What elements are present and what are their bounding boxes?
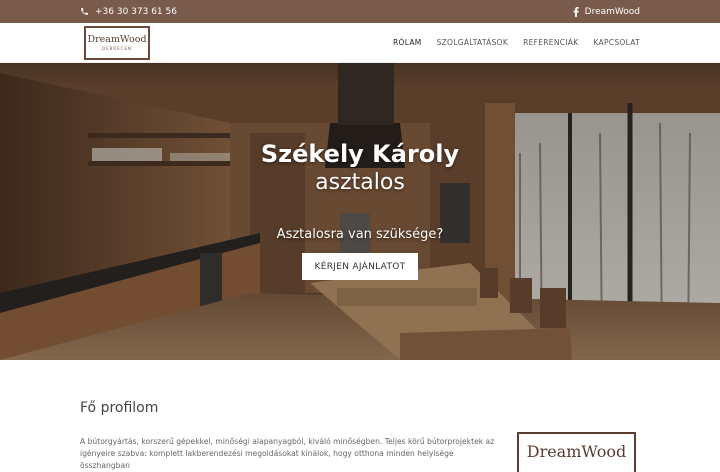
site-header: DreamWood DEBRECEN RÓLAM SZOLGÁLTATÁSOK … xyxy=(0,23,720,63)
nav-item-szolgaltatasok[interactable]: SZOLGÁLTATÁSOK xyxy=(437,38,509,47)
top-bar: +36 30 373 61 56 DreamWood xyxy=(0,0,720,23)
profile-logo: DreamWood xyxy=(517,432,636,472)
hero-profession: asztalos xyxy=(315,170,405,195)
facebook-link[interactable]: DreamWood xyxy=(573,6,640,17)
nav-item-rolam[interactable]: RÓLAM xyxy=(393,38,422,47)
request-quote-button[interactable]: KÉRJEN AJÁNLATOT xyxy=(302,253,418,280)
main-nav: RÓLAM SZOLGÁLTATÁSOK REFERENCIÁK KAPCSOL… xyxy=(393,38,640,47)
nav-item-referenciak[interactable]: REFERENCIÁK xyxy=(523,38,578,47)
phone-icon xyxy=(80,7,89,16)
logo-name: DreamWood xyxy=(87,34,147,45)
profile-section: Fő profilom A bútorgyártás, korszerű gép… xyxy=(0,360,720,472)
site-logo[interactable]: DreamWood DEBRECEN xyxy=(84,25,150,60)
logo-city: DEBRECEN xyxy=(102,46,132,51)
facebook-label: DreamWood xyxy=(584,6,640,17)
facebook-icon xyxy=(573,6,579,17)
profile-text: A bútorgyártás, korszerű gépekkel, minős… xyxy=(80,437,495,470)
hero-section: Székely Károly asztalos Asztalosra van s… xyxy=(0,63,720,360)
hero-question: Asztalosra van szüksége? xyxy=(276,227,444,242)
profile-logo-text: DreamWood xyxy=(526,442,627,461)
hero-name: Székely Károly xyxy=(260,140,460,168)
phone-number: +36 30 373 61 56 xyxy=(95,6,177,17)
phone-contact[interactable]: +36 30 373 61 56 xyxy=(80,7,177,17)
hero-content: Székely Károly asztalos Asztalosra van s… xyxy=(0,63,720,360)
profile-title: Fő profilom xyxy=(80,400,159,416)
nav-item-kapcsolat[interactable]: KAPCSOLAT xyxy=(593,38,640,47)
